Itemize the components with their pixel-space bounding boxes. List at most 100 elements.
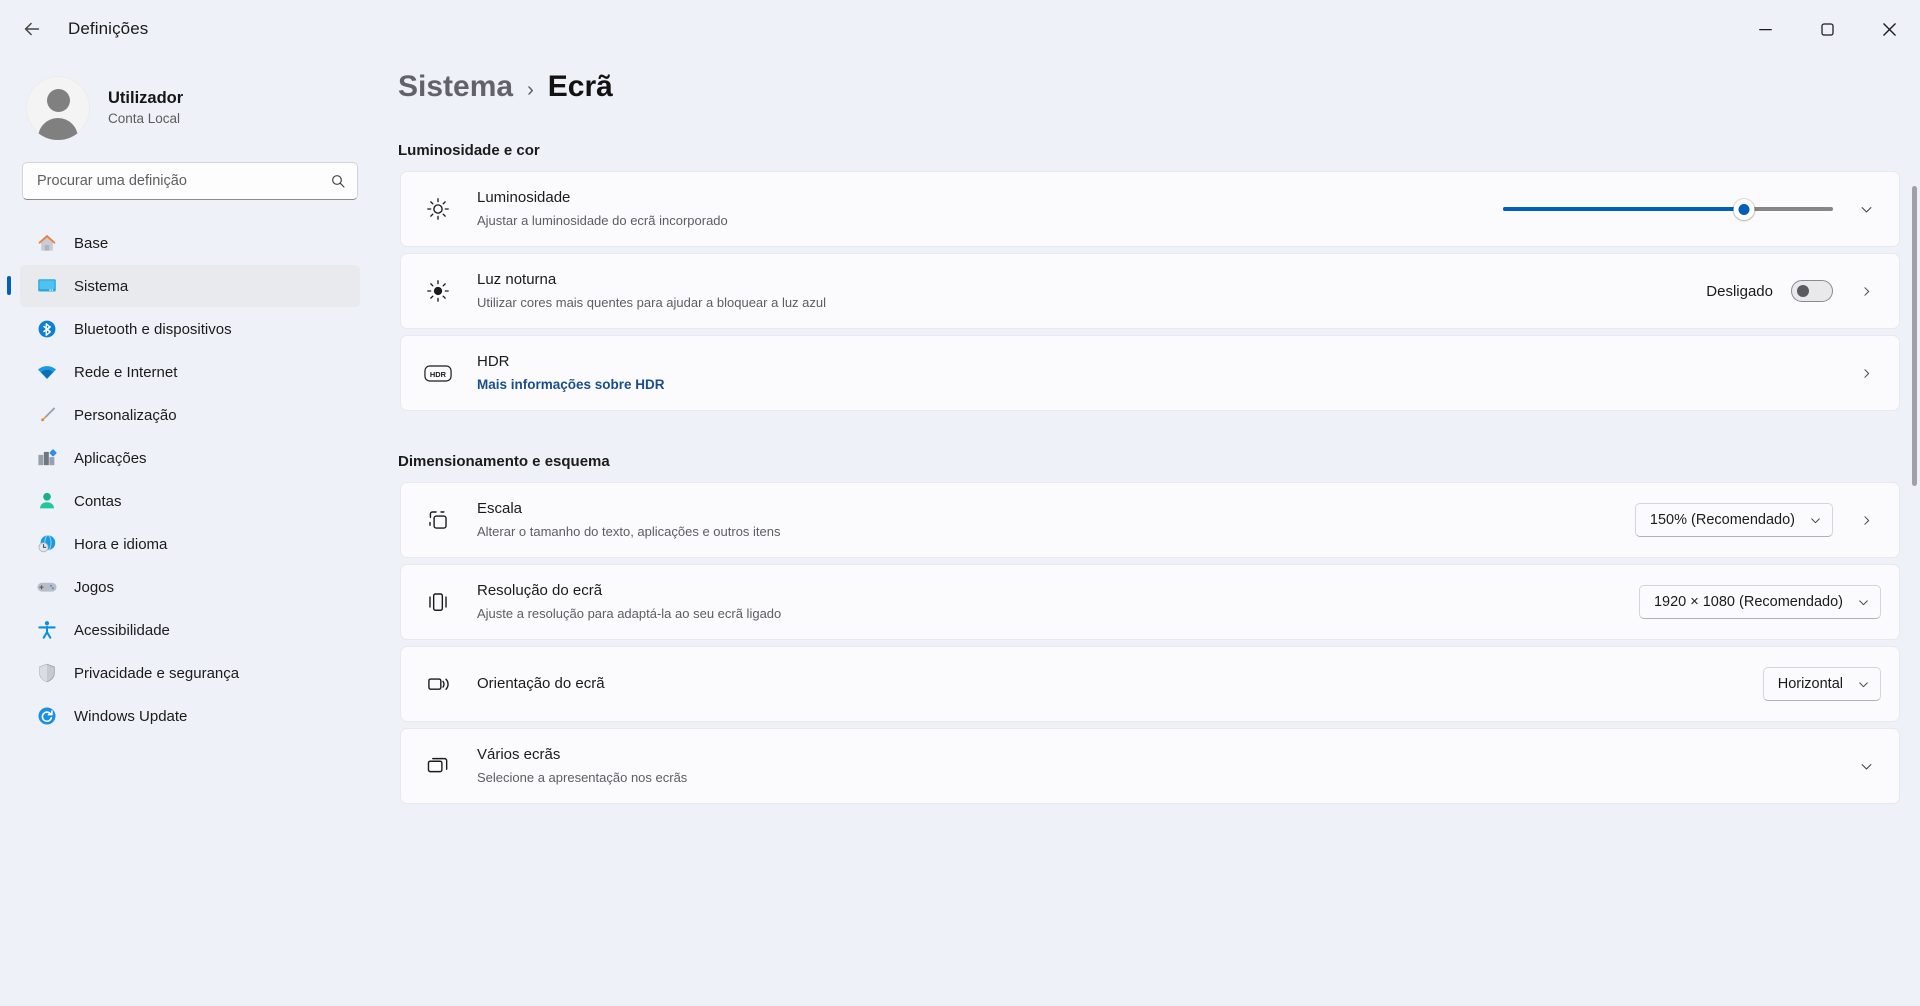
system-monitor-icon [36,275,58,297]
setting-subtitle: Utilizar cores mais quentes para ajudar … [477,295,827,311]
chevron-right-icon: › [527,79,534,101]
minimize-button[interactable] [1734,0,1796,58]
title-bar: Definições [0,0,1920,58]
sidebar-item-label: Hora e idioma [74,535,168,553]
scale-dropdown[interactable]: 150% (Recomendado) [1634,503,1833,537]
section-brightness-color: Luminosidade e cor Luminosidade Ajustar … [380,142,1920,411]
sidebar-nav: Base Sistema Bluetooth e dispositivos Re… [7,222,360,737]
setting-subtitle: Ajuste a resolução para adaptá-la ao seu… [477,606,782,622]
sidebar-item-aplicacoes[interactable]: Aplicações [20,437,360,479]
sidebar-item-rede[interactable]: Rede e Internet [20,351,360,393]
night-light-icon [423,276,453,306]
accessibility-person-icon [36,619,58,641]
bluetooth-icon [36,318,58,340]
slider-fill [1503,206,1744,212]
scale-resize-icon [423,505,453,535]
chevron-down-icon [1859,599,1868,605]
slider-thumb[interactable] [1733,198,1755,220]
search-button[interactable] [324,167,352,195]
maximize-icon [1820,22,1834,36]
setting-title: Orientação do ecrã [477,675,605,693]
sidebar-item-bluetooth[interactable]: Bluetooth e dispositivos [20,308,360,350]
clock-globe-icon [36,533,58,555]
scrollbar-thumb[interactable] [1912,186,1917,486]
hdr-learn-more-link[interactable]: Mais informações sobre HDR [477,375,1851,395]
chevron-right-icon [1863,368,1869,378]
sidebar-item-base[interactable]: Base [20,222,360,264]
window-controls [1734,0,1920,58]
setting-subtitle: Alterar o tamanho do texto, aplicações e… [477,524,781,540]
setting-title: Vários ecrãs [477,746,561,764]
open-scale-button[interactable] [1851,505,1881,535]
sidebar-item-acessibilidade[interactable]: Acessibilidade [20,609,360,651]
resolution-dropdown-value: 1920 × 1080 (Recomendado) [1653,594,1843,610]
setting-title: Luminosidade [477,189,571,207]
sidebar-item-label: Contas [74,492,122,510]
sidebar-item-jogos[interactable]: Jogos [20,566,360,608]
apps-icon [36,447,58,469]
close-icon [1882,22,1896,36]
night-light-state-label: Desligado [1706,282,1773,300]
account-person-icon [36,490,58,512]
sidebar-item-label: Aplicações [74,449,147,467]
section-heading: Dimensionamento e esquema [398,453,610,470]
content-scrollbar[interactable] [1912,128,1917,1006]
sidebar-item-label: Rede e Internet [74,363,178,381]
chevron-right-icon [1863,515,1869,525]
content-area: Sistema › Ecrã Luminosidade e cor Lumino… [380,58,1920,1006]
svg-text:HDR: HDR [430,369,447,378]
expand-brightness-button[interactable] [1851,194,1881,224]
sidebar-item-contas[interactable]: Contas [20,480,360,522]
search-box [22,162,358,200]
chevron-down-icon [1861,206,1871,213]
setting-card-orientation[interactable]: Orientação do ecrã Horizontal [400,646,1900,722]
account-summary[interactable]: Utilizador Conta Local [26,76,360,140]
display-resolution-icon [423,587,453,617]
sidebar-item-privacidade[interactable]: Privacidade e segurança [20,652,360,694]
sidebar-item-personalizacao[interactable]: Personalização [20,394,360,436]
scale-dropdown-value: 150% (Recomendado) [1649,512,1795,528]
back-arrow-icon [24,22,40,36]
sidebar: Utilizador Conta Local Procurar uma defi… [0,58,380,1006]
open-hdr-button[interactable] [1851,358,1881,388]
setting-card-scale[interactable]: Escala Alterar o tamanho do texto, aplic… [400,482,1900,558]
night-light-toggle[interactable] [1791,280,1833,302]
section-scale-layout: Dimensionamento e esquema Escala Alterar… [380,453,1920,804]
maximize-button[interactable] [1796,0,1858,58]
sidebar-item-label: Acessibilidade [74,621,170,639]
avatar [26,76,90,140]
back-button[interactable] [12,9,52,49]
expand-multiple-displays-button[interactable] [1851,751,1881,781]
section-heading: Luminosidade e cor [398,142,540,159]
orientation-dropdown[interactable]: Horizontal [1762,667,1881,701]
toggle-knob [1797,285,1809,297]
sidebar-item-label: Base [74,234,109,252]
setting-card-brightness[interactable]: Luminosidade Ajustar a luminosidade do e… [400,171,1900,247]
resolution-dropdown[interactable]: 1920 × 1080 (Recomendado) [1638,585,1881,619]
home-icon [36,232,58,254]
chevron-down-icon [1859,681,1868,687]
chevron-down-icon [1861,763,1871,770]
sidebar-item-windows-update[interactable]: Windows Update [20,695,360,737]
setting-card-multiple-displays[interactable]: Vários ecrãs Selecione a apresentação no… [400,728,1900,804]
sidebar-item-sistema[interactable]: Sistema [7,265,360,307]
setting-card-resolution[interactable]: Resolução do ecrã Ajuste a resolução par… [400,564,1900,640]
sidebar-item-label: Sistema [74,277,129,295]
brightness-slider[interactable] [1503,196,1833,222]
brightness-sun-icon [423,194,453,224]
setting-title: Escala [477,500,523,518]
gamepad-icon [36,576,58,598]
setting-card-hdr[interactable]: HDR HDR Mais informações sobre HDR [400,335,1900,411]
sidebar-item-label: Bluetooth e dispositivos [74,320,232,338]
chevron-down-icon [1811,517,1820,523]
setting-subtitle: Selecione a apresentação nos ecrãs [477,770,688,786]
breadcrumb-parent[interactable]: Sistema [398,70,513,104]
search-input[interactable] [22,162,358,200]
close-button[interactable] [1858,0,1920,58]
setting-title: Luz noturna [477,271,557,289]
app-title: Definições [68,19,149,38]
open-night-light-button[interactable] [1851,276,1881,306]
setting-card-night-light[interactable]: Luz noturna Utilizar cores mais quentes … [400,253,1900,329]
multiple-displays-icon [423,751,453,781]
sidebar-item-hora[interactable]: Hora e idioma [20,523,360,565]
